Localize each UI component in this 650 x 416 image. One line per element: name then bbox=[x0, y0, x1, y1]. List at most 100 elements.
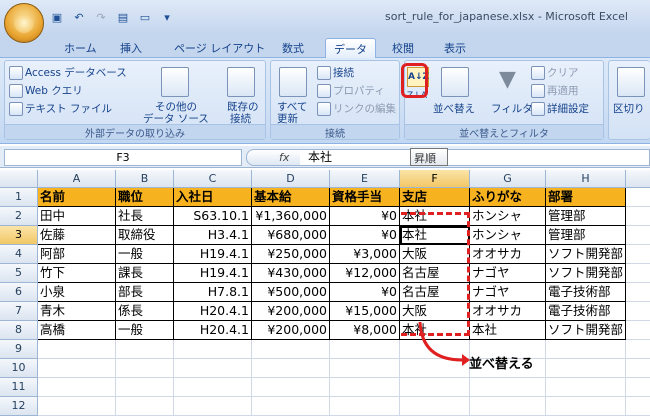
cell-B7[interactable]: 係長 bbox=[116, 302, 174, 321]
cell-E10[interactable] bbox=[330, 359, 400, 378]
cell-A10[interactable] bbox=[38, 359, 116, 378]
cell-extra-6[interactable] bbox=[626, 283, 650, 302]
cell-F11[interactable] bbox=[400, 378, 470, 397]
cell-H11[interactable] bbox=[546, 378, 626, 397]
cell-extra-3[interactable] bbox=[626, 226, 650, 245]
column-header-H[interactable]: H bbox=[546, 170, 626, 188]
cell-C5[interactable]: H19.4.1 bbox=[174, 264, 252, 283]
cell-A6[interactable]: 小泉 bbox=[38, 283, 116, 302]
cell-H6[interactable]: 電子技術部 bbox=[546, 283, 626, 302]
cell-C11[interactable] bbox=[174, 378, 252, 397]
select-all-corner[interactable] bbox=[0, 170, 38, 188]
tab-review[interactable]: 校閲 bbox=[384, 38, 422, 58]
row-header-2[interactable]: 2 bbox=[0, 207, 38, 226]
cell-H10[interactable] bbox=[546, 359, 626, 378]
row-header-5[interactable]: 5 bbox=[0, 264, 38, 283]
cell-D1[interactable]: 基本給 bbox=[252, 188, 330, 207]
row-header-3[interactable]: 3 bbox=[0, 226, 38, 245]
cell-E7[interactable]: ¥15,000 bbox=[330, 302, 400, 321]
clear-button[interactable]: クリア bbox=[531, 65, 579, 80]
cell-H12[interactable] bbox=[546, 397, 626, 416]
cell-extra-12[interactable] bbox=[626, 397, 650, 416]
row-header-1[interactable]: 1 bbox=[0, 188, 38, 207]
tab-formulas[interactable]: 数式 bbox=[274, 38, 312, 58]
cell-extra-7[interactable] bbox=[626, 302, 650, 321]
cell-E6[interactable]: ¥0 bbox=[330, 283, 400, 302]
cell-A2[interactable]: 田中 bbox=[38, 207, 116, 226]
cell-extra-10[interactable] bbox=[626, 359, 650, 378]
cell-D7[interactable]: ¥200,000 bbox=[252, 302, 330, 321]
cell-C9[interactable] bbox=[174, 340, 252, 359]
tab-home[interactable]: ホーム bbox=[56, 38, 105, 58]
column-header-F[interactable]: F bbox=[400, 170, 470, 188]
cell-H1[interactable]: 部署 bbox=[546, 188, 626, 207]
cell-extra-4[interactable] bbox=[626, 245, 650, 264]
cell-D3[interactable]: ¥680,000 bbox=[252, 226, 330, 245]
cell-E4[interactable]: ¥3,000 bbox=[330, 245, 400, 264]
split-button[interactable]: 区切り bbox=[613, 101, 645, 116]
cell-H5[interactable]: ソフト開発部 bbox=[546, 264, 626, 283]
row-header-12[interactable]: 12 bbox=[0, 397, 38, 416]
cell-H8[interactable]: ソフト開発部 bbox=[546, 321, 626, 340]
column-header-D[interactable]: D bbox=[252, 170, 330, 188]
cell-D9[interactable] bbox=[252, 340, 330, 359]
cell-D8[interactable]: ¥200,000 bbox=[252, 321, 330, 340]
office-button[interactable] bbox=[4, 3, 44, 43]
cell-B10[interactable] bbox=[116, 359, 174, 378]
cell-C10[interactable] bbox=[174, 359, 252, 378]
cell-G1[interactable]: ふりがな bbox=[470, 188, 546, 207]
cell-C4[interactable]: H19.4.1 bbox=[174, 245, 252, 264]
cell-H2[interactable]: 管理部 bbox=[546, 207, 626, 226]
cell-B5[interactable]: 課長 bbox=[116, 264, 174, 283]
cell-B4[interactable]: 一般 bbox=[116, 245, 174, 264]
cell-C6[interactable]: H7.8.1 bbox=[174, 283, 252, 302]
cell-extra-8[interactable] bbox=[626, 321, 650, 340]
filter-button[interactable]: フィルタ bbox=[491, 101, 533, 116]
cell-D12[interactable] bbox=[252, 397, 330, 416]
row-header-9[interactable]: 9 bbox=[0, 340, 38, 359]
row-header-6[interactable]: 6 bbox=[0, 283, 38, 302]
column-header-B[interactable]: B bbox=[116, 170, 174, 188]
column-header-A[interactable]: A bbox=[38, 170, 116, 188]
spreadsheet-grid[interactable]: A B C D E F G H 1 名前 職位 入社日 基本給 資格手当 支店 ふりがな 部署 2 田中 社長 S63.… bbox=[0, 170, 650, 416]
row-header-8[interactable]: 8 bbox=[0, 321, 38, 340]
cell-H7[interactable]: 電子技術部 bbox=[546, 302, 626, 321]
cell-E5[interactable]: ¥12,000 bbox=[330, 264, 400, 283]
cell-D11[interactable] bbox=[252, 378, 330, 397]
column-header-C[interactable]: C bbox=[174, 170, 252, 188]
row-header-10[interactable]: 10 bbox=[0, 359, 38, 378]
cell-E11[interactable] bbox=[330, 378, 400, 397]
sort-button[interactable]: 並べ替え bbox=[433, 101, 475, 116]
cell-C8[interactable]: H20.4.1 bbox=[174, 321, 252, 340]
edit-links-button[interactable]: リンクの編集 bbox=[317, 101, 396, 116]
cell-B12[interactable] bbox=[116, 397, 174, 416]
cell-H9[interactable] bbox=[546, 340, 626, 359]
reapply-button[interactable]: 再適用 bbox=[531, 83, 579, 98]
cell-G12[interactable] bbox=[470, 397, 546, 416]
cell-A8[interactable]: 高橋 bbox=[38, 321, 116, 340]
row-header-4[interactable]: 4 bbox=[0, 245, 38, 264]
text-file-button[interactable]: テキスト ファイル bbox=[9, 101, 112, 116]
access-db-button[interactable]: Access データベース bbox=[9, 65, 127, 80]
cell-C1[interactable]: 入社日 bbox=[174, 188, 252, 207]
column-header-E[interactable]: E bbox=[330, 170, 400, 188]
cell-B2[interactable]: 社長 bbox=[116, 207, 174, 226]
cell-G5[interactable]: ナゴヤ bbox=[470, 264, 546, 283]
cell-D6[interactable]: ¥500,000 bbox=[252, 283, 330, 302]
cell-D2[interactable]: ¥1,360,000 bbox=[252, 207, 330, 226]
tab-data[interactable]: データ bbox=[325, 38, 376, 58]
cell-D4[interactable]: ¥250,000 bbox=[252, 245, 330, 264]
cell-A7[interactable]: 青木 bbox=[38, 302, 116, 321]
cell-C2[interactable]: S63.10.1 bbox=[174, 207, 252, 226]
cell-D10[interactable] bbox=[252, 359, 330, 378]
cell-C12[interactable] bbox=[174, 397, 252, 416]
cell-E3[interactable]: ¥0 bbox=[330, 226, 400, 245]
cell-extra-9[interactable] bbox=[626, 340, 650, 359]
properties-button[interactable]: プロパティ bbox=[317, 83, 385, 98]
cell-B9[interactable] bbox=[116, 340, 174, 359]
cell-A1[interactable]: 名前 bbox=[38, 188, 116, 207]
cell-G11[interactable] bbox=[470, 378, 546, 397]
cell-A3[interactable]: 佐藤 bbox=[38, 226, 116, 245]
web-query-button[interactable]: Web クエリ bbox=[9, 83, 83, 98]
cell-F12[interactable] bbox=[400, 397, 470, 416]
